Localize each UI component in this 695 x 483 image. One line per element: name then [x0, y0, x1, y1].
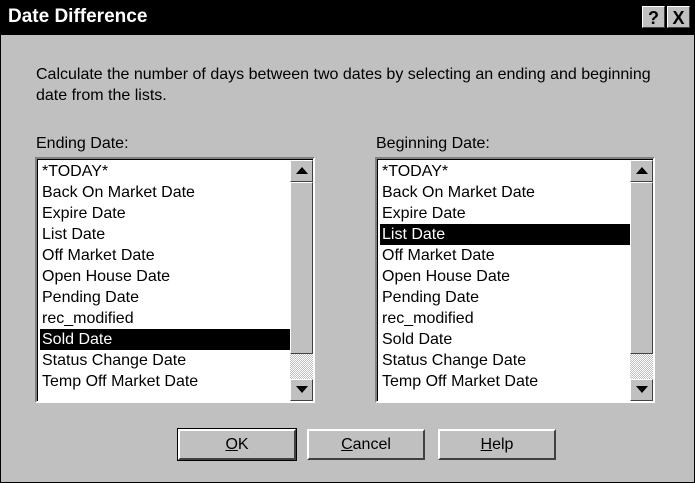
ok-label: K	[237, 436, 249, 453]
list-item[interactable]: Temp Off Market Date	[380, 371, 632, 392]
scroll-thumb[interactable]	[630, 182, 653, 354]
ending-scrollbar[interactable]	[290, 160, 313, 401]
triangle-down-icon	[296, 386, 308, 393]
description-text: Calculate the number of days between two…	[36, 66, 651, 104]
window-title: Date Difference	[8, 6, 148, 27]
beginning-scrollbar[interactable]	[630, 160, 653, 401]
list-item[interactable]: Sold Date	[380, 329, 632, 350]
triangle-down-icon	[636, 386, 648, 393]
list-item[interactable]: List Date	[40, 224, 292, 245]
list-item[interactable]: Expire Date	[380, 203, 632, 224]
list-item[interactable]: Off Market Date	[380, 245, 632, 266]
list-item[interactable]: Sold Date	[40, 329, 292, 350]
scroll-up-button[interactable]	[290, 160, 313, 182]
list-item[interactable]: Open House Date	[40, 266, 292, 287]
scroll-down-button[interactable]	[630, 379, 653, 401]
help-button[interactable]: Help	[438, 429, 556, 460]
scroll-thumb[interactable]	[290, 182, 313, 354]
beginning-date-items: *TODAY* Back On Market Date Expire Date Lis…	[380, 161, 632, 392]
list-item[interactable]: Expire Date	[40, 203, 292, 224]
triangle-up-icon	[296, 167, 308, 174]
ok-button[interactable]: OK	[177, 428, 297, 461]
list-item[interactable]: rec_modified	[380, 308, 632, 329]
list-item[interactable]: Off Market Date	[40, 245, 292, 266]
list-item[interactable]: Back On Market Date	[380, 182, 632, 203]
beginning-date-listbox[interactable]: *TODAY* Back On Market Date Expire Date Lis…	[375, 157, 655, 403]
cancel-button[interactable]: Cancel	[307, 429, 425, 460]
ok-accel: O	[225, 436, 238, 453]
help-accel: H	[480, 436, 493, 453]
help-label: elp	[492, 436, 514, 453]
list-item[interactable]: rec_modified	[40, 308, 292, 329]
list-item[interactable]: Temp Off Market Date	[40, 371, 292, 392]
scroll-up-button[interactable]	[630, 160, 653, 182]
cancel-label: ancel	[352, 436, 391, 453]
close-button[interactable]: X	[667, 6, 690, 28]
list-item[interactable]: *TODAY*	[40, 161, 292, 182]
list-item[interactable]: Status Change Date	[380, 350, 632, 371]
cancel-accel: C	[341, 436, 353, 453]
triangle-up-icon	[636, 167, 648, 174]
ending-date-listbox[interactable]: *TODAY* Back On Market Date Expire Date Lis…	[35, 157, 315, 403]
list-item[interactable]: Pending Date	[40, 287, 292, 308]
title-bar: Date Difference ? X	[1, 1, 694, 35]
ending-date-label: Ending Date:	[36, 135, 129, 152]
help-title-button[interactable]: ?	[642, 6, 665, 28]
list-item[interactable]: Pending Date	[380, 287, 632, 308]
list-item[interactable]: List Date	[380, 224, 632, 245]
list-item[interactable]: Status Change Date	[40, 350, 292, 371]
ending-date-items: *TODAY* Back On Market Date Expire Date Lis…	[40, 161, 292, 392]
date-difference-dialog: Date Difference ? X Calculate the number…	[0, 0, 695, 483]
list-item[interactable]: Back On Market Date	[40, 182, 292, 203]
beginning-date-label: Beginning Date:	[376, 135, 490, 152]
list-item[interactable]: Open House Date	[380, 266, 632, 287]
list-item[interactable]: *TODAY*	[380, 161, 632, 182]
scroll-down-button[interactable]	[290, 379, 313, 401]
